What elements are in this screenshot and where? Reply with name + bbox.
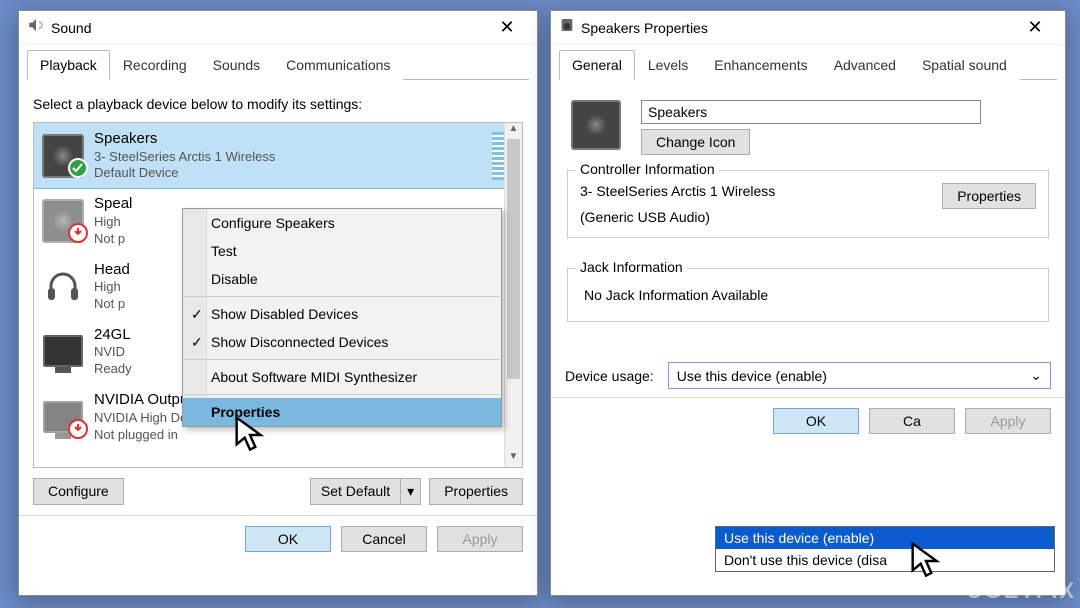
headphones-icon bbox=[42, 265, 84, 307]
device-sub: High bbox=[94, 279, 130, 296]
device-status: Ready bbox=[94, 361, 132, 378]
device-name: 24GL bbox=[94, 325, 132, 345]
close-icon[interactable]: ✕ bbox=[485, 13, 529, 43]
cancel-button[interactable]: Ca bbox=[869, 408, 955, 434]
device-sub: NVID bbox=[94, 344, 132, 361]
tab-recording[interactable]: Recording bbox=[110, 50, 200, 80]
scroll-thumb[interactable] bbox=[507, 139, 520, 379]
speaker-icon bbox=[42, 200, 84, 242]
controller-name: 3- SteelSeries Arctis 1 Wireless bbox=[580, 183, 775, 199]
jack-info-group: Jack Information No Jack Information Ava… bbox=[567, 268, 1049, 322]
instruction-text: Select a playback device below to modify… bbox=[33, 96, 523, 112]
jack-legend: Jack Information bbox=[576, 259, 687, 275]
tab-spatial[interactable]: Spatial sound bbox=[909, 50, 1020, 80]
set-default-button[interactable]: Set Default ▾ bbox=[310, 478, 421, 505]
controller-info-group: Controller Information 3- SteelSeries Ar… bbox=[567, 170, 1049, 238]
down-badge-icon bbox=[68, 419, 88, 442]
scroll-down-icon[interactable]: ▼ bbox=[505, 451, 522, 467]
device-meta: Speal High Not p bbox=[94, 194, 132, 247]
menu-disable[interactable]: Disable bbox=[183, 265, 501, 293]
device-meta: 24GL NVID Ready bbox=[94, 325, 132, 378]
device-status: Default Device bbox=[94, 165, 275, 182]
device-usage-label: Device usage: bbox=[565, 368, 654, 384]
menu-show-disconnected[interactable]: Show Disconnected Devices bbox=[183, 328, 501, 356]
device-name: Speal bbox=[94, 194, 132, 214]
device-usage-combo[interactable]: Use this device (enable) ⌄ bbox=[668, 362, 1051, 389]
down-badge-icon bbox=[68, 223, 88, 246]
sound-title: Sound bbox=[51, 20, 91, 36]
dropdown-option-disable[interactable]: Don't use this device (disa bbox=[716, 549, 1054, 571]
menu-about-midi[interactable]: About Software MIDI Synthesizer bbox=[183, 363, 501, 391]
scroll-up-icon[interactable]: ▲ bbox=[505, 123, 522, 139]
combo-value: Use this device (enable) bbox=[677, 368, 827, 384]
speaker-icon bbox=[42, 135, 84, 177]
controller-legend: Controller Information bbox=[576, 161, 719, 177]
props-title: Speakers Properties bbox=[581, 20, 708, 36]
set-default-label: Set Default bbox=[310, 478, 401, 505]
watermark: UGETFIX bbox=[967, 578, 1076, 604]
speaker-large-icon bbox=[571, 100, 621, 150]
tab-general[interactable]: General bbox=[559, 50, 635, 80]
cancel-button[interactable]: Cancel bbox=[341, 526, 427, 552]
menu-separator bbox=[184, 296, 500, 297]
device-usage-dropdown: Use this device (enable) Don't use this … bbox=[715, 526, 1055, 572]
menu-configure-speakers[interactable]: Configure Speakers bbox=[183, 209, 501, 237]
menu-separator bbox=[184, 359, 500, 360]
menu-test[interactable]: Test bbox=[183, 237, 501, 265]
check-badge-icon bbox=[68, 158, 88, 181]
configure-button[interactable]: Configure bbox=[33, 478, 124, 505]
jack-text: No Jack Information Available bbox=[580, 281, 1036, 309]
props-tabs: General Levels Enhancements Advanced Spa… bbox=[559, 49, 1057, 80]
device-meta: Speakers 3- SteelSeries Arctis 1 Wireles… bbox=[94, 129, 275, 182]
monitor-icon bbox=[42, 396, 84, 438]
apply-button[interactable]: Apply bbox=[965, 408, 1051, 434]
tab-enhancements[interactable]: Enhancements bbox=[701, 50, 820, 80]
tab-advanced[interactable]: Advanced bbox=[821, 50, 909, 80]
sound-titlebar[interactable]: Sound ✕ bbox=[19, 11, 537, 45]
device-item-speakers[interactable]: Speakers 3- SteelSeries Arctis 1 Wireles… bbox=[33, 122, 523, 189]
scrollbar[interactable]: ▲ ▼ bbox=[504, 123, 522, 467]
close-icon[interactable]: ✕ bbox=[1013, 13, 1057, 43]
properties-window: Speakers Properties ✕ General Levels Enh… bbox=[550, 10, 1066, 596]
monitor-icon bbox=[42, 330, 84, 372]
device-status: Not p bbox=[94, 231, 132, 248]
tab-communications[interactable]: Communications bbox=[273, 50, 403, 80]
device-sub: High bbox=[94, 214, 132, 231]
tab-playback[interactable]: Playback bbox=[27, 50, 110, 80]
ok-button[interactable]: OK bbox=[245, 526, 331, 552]
props-titlebar[interactable]: Speakers Properties ✕ bbox=[551, 11, 1065, 45]
tab-sounds[interactable]: Sounds bbox=[200, 50, 273, 80]
apply-button[interactable]: Apply bbox=[437, 526, 523, 552]
controller-properties-button[interactable]: Properties bbox=[942, 183, 1036, 209]
menu-show-disabled[interactable]: Show Disabled Devices bbox=[183, 300, 501, 328]
speaker-icon bbox=[559, 17, 575, 38]
device-name: Speakers bbox=[94, 129, 275, 149]
device-status: Not plugged in bbox=[94, 427, 246, 444]
context-menu: Configure Speakers Test Disable Show Dis… bbox=[182, 208, 502, 427]
tab-levels[interactable]: Levels bbox=[635, 50, 701, 80]
device-name-input[interactable] bbox=[641, 100, 981, 124]
sound-tabs: Playback Recording Sounds Communications bbox=[27, 49, 529, 80]
device-meta: Head High Not p bbox=[94, 260, 130, 313]
menu-properties[interactable]: Properties bbox=[183, 398, 501, 426]
dropdown-option-enable[interactable]: Use this device (enable) bbox=[716, 527, 1054, 549]
device-status: Not p bbox=[94, 296, 130, 313]
chevron-down-icon: ⌄ bbox=[1030, 367, 1042, 384]
properties-button[interactable]: Properties bbox=[429, 478, 523, 505]
ok-button[interactable]: OK bbox=[773, 408, 859, 434]
menu-separator bbox=[184, 394, 500, 395]
change-icon-button[interactable]: Change Icon bbox=[641, 129, 750, 155]
chevron-down-icon[interactable]: ▾ bbox=[401, 478, 421, 505]
device-name: Head bbox=[94, 260, 130, 280]
device-sub: 3- SteelSeries Arctis 1 Wireless bbox=[94, 149, 275, 166]
sound-icon bbox=[27, 16, 45, 39]
controller-type: (Generic USB Audio) bbox=[580, 209, 775, 225]
